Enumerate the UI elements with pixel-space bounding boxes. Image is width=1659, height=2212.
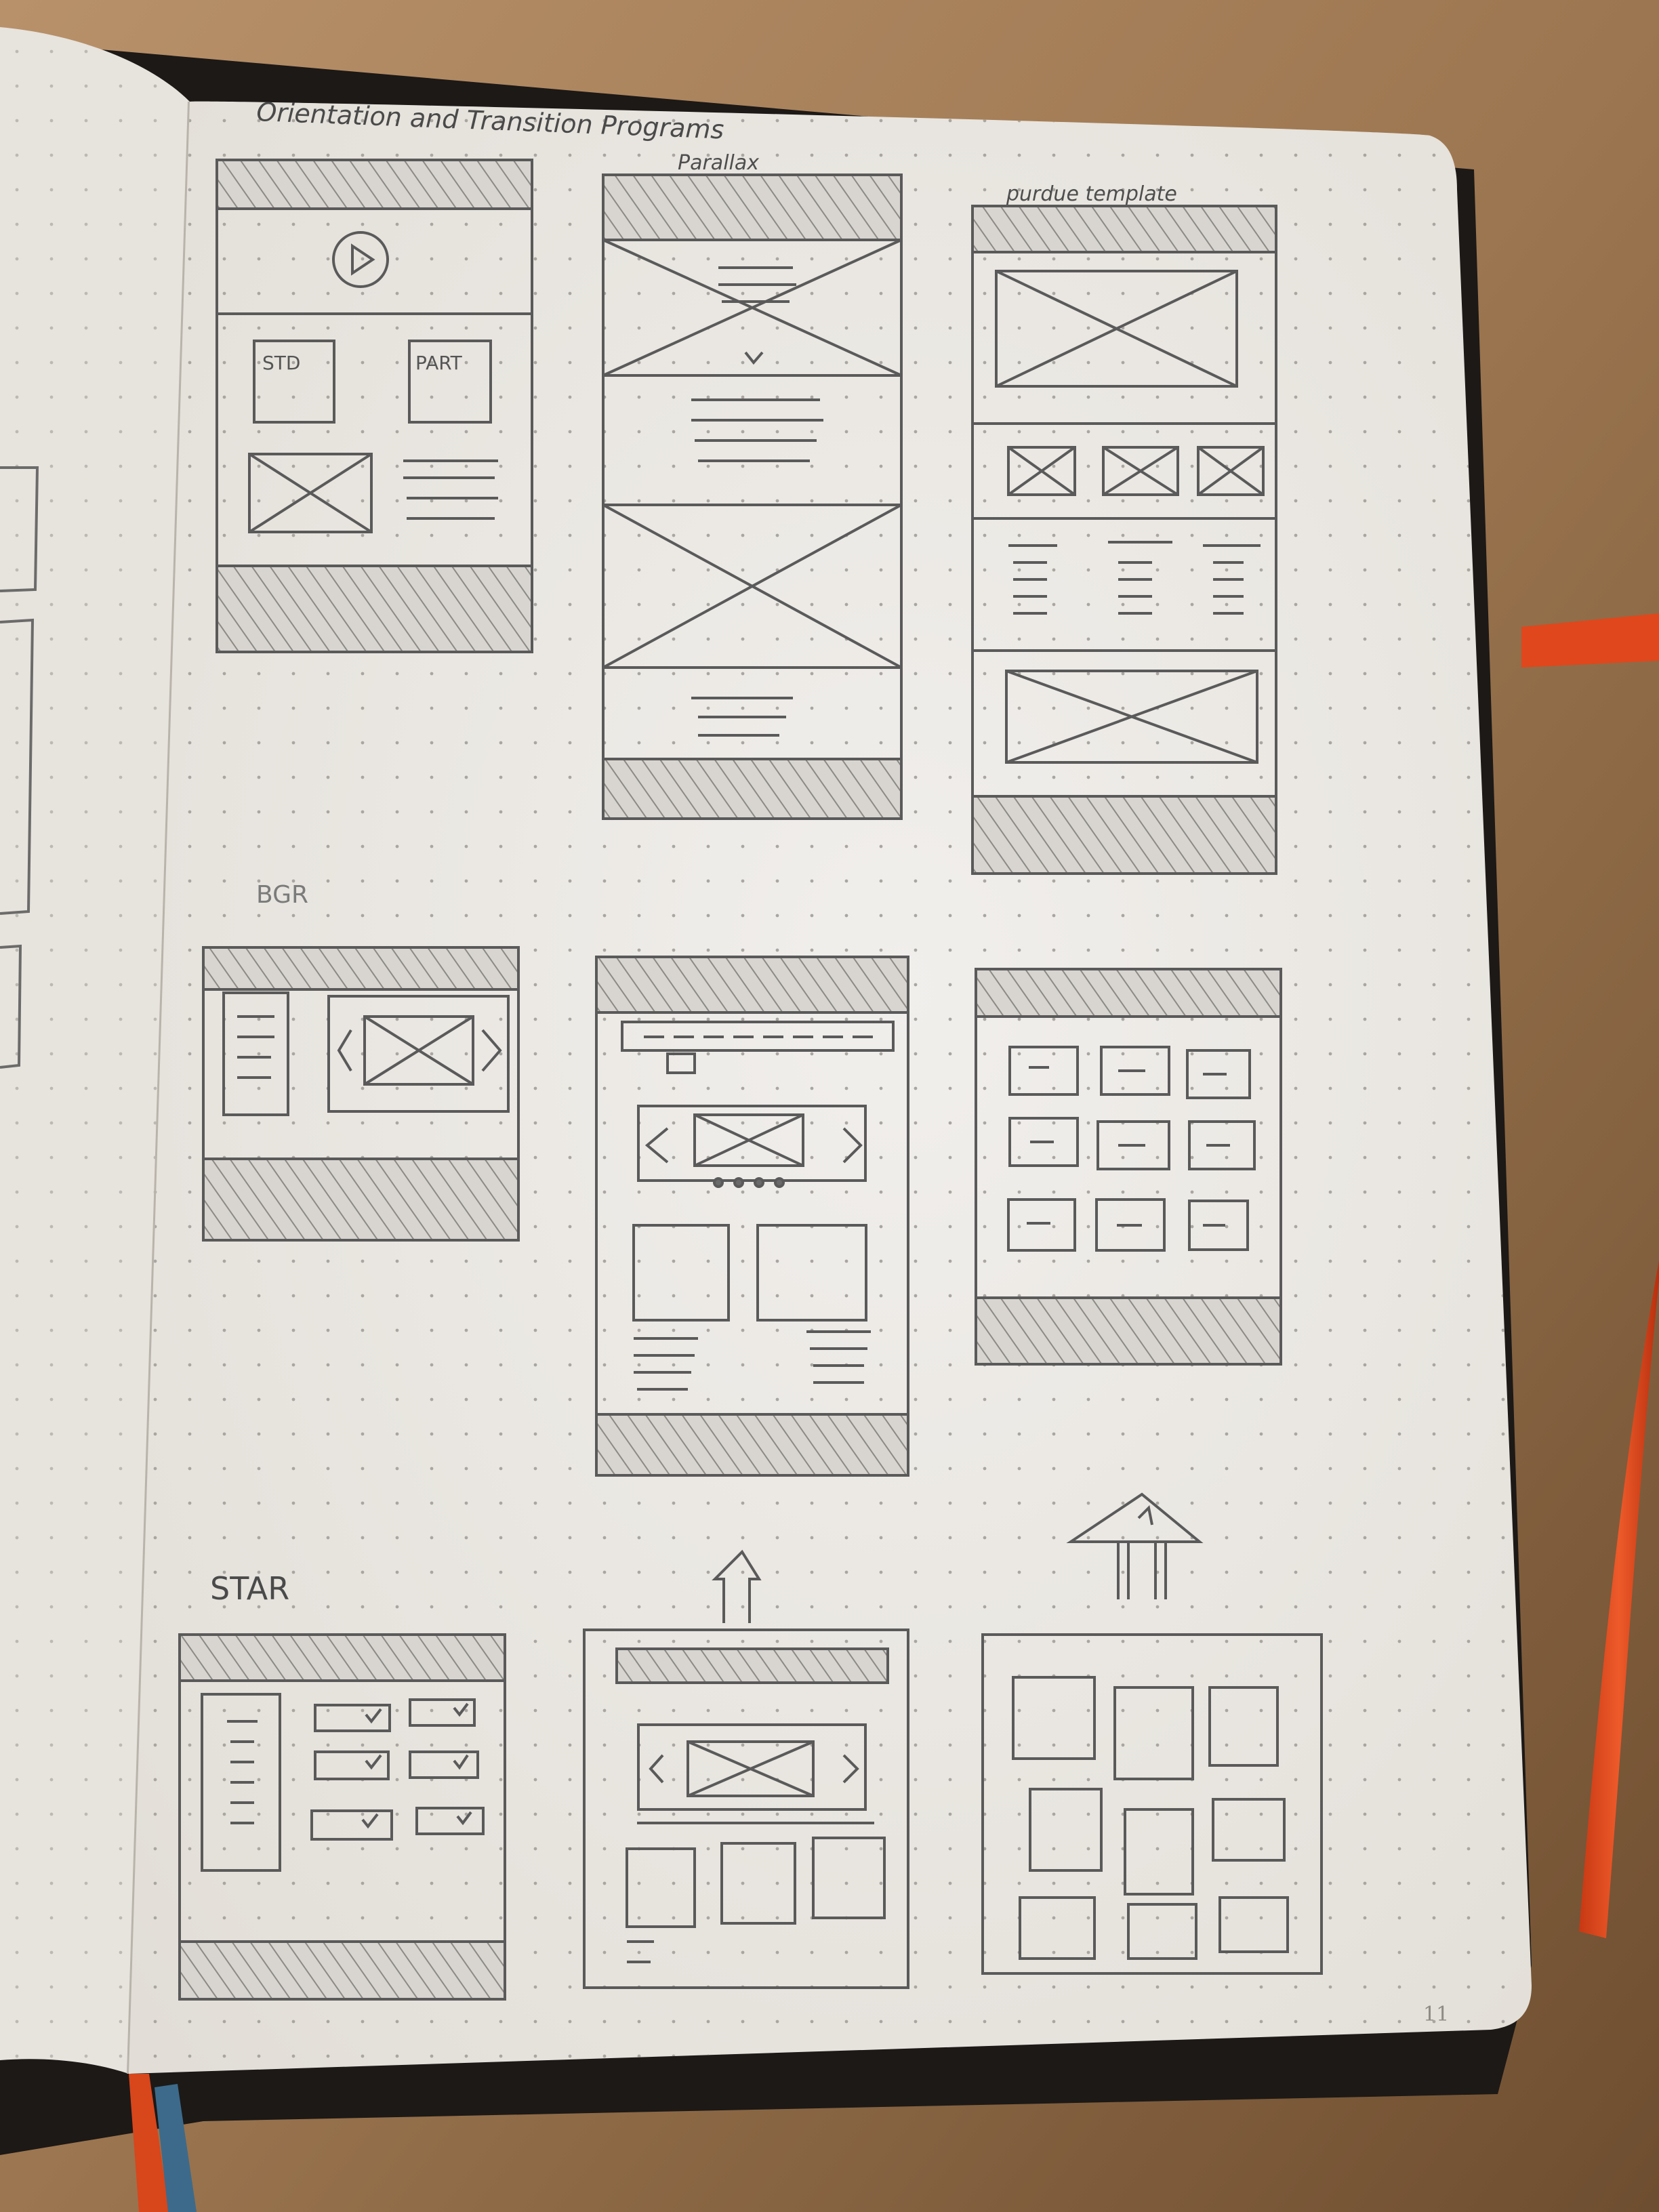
header-hatch: [216, 159, 533, 210]
std-button-label: STD: [262, 352, 300, 374]
notebook-photo: Orientation and Transition Programs 11 S…: [0, 0, 1659, 2212]
star-label: STAR: [210, 1570, 289, 1607]
bgr-label: BGR: [256, 881, 308, 909]
footer-hatch: [216, 565, 533, 653]
page-number: 11: [1423, 2003, 1449, 2026]
parallax-label: Parallax: [678, 151, 759, 175]
purdue-label: purdue template: [1006, 182, 1177, 206]
part-button-label: PART: [415, 352, 463, 374]
